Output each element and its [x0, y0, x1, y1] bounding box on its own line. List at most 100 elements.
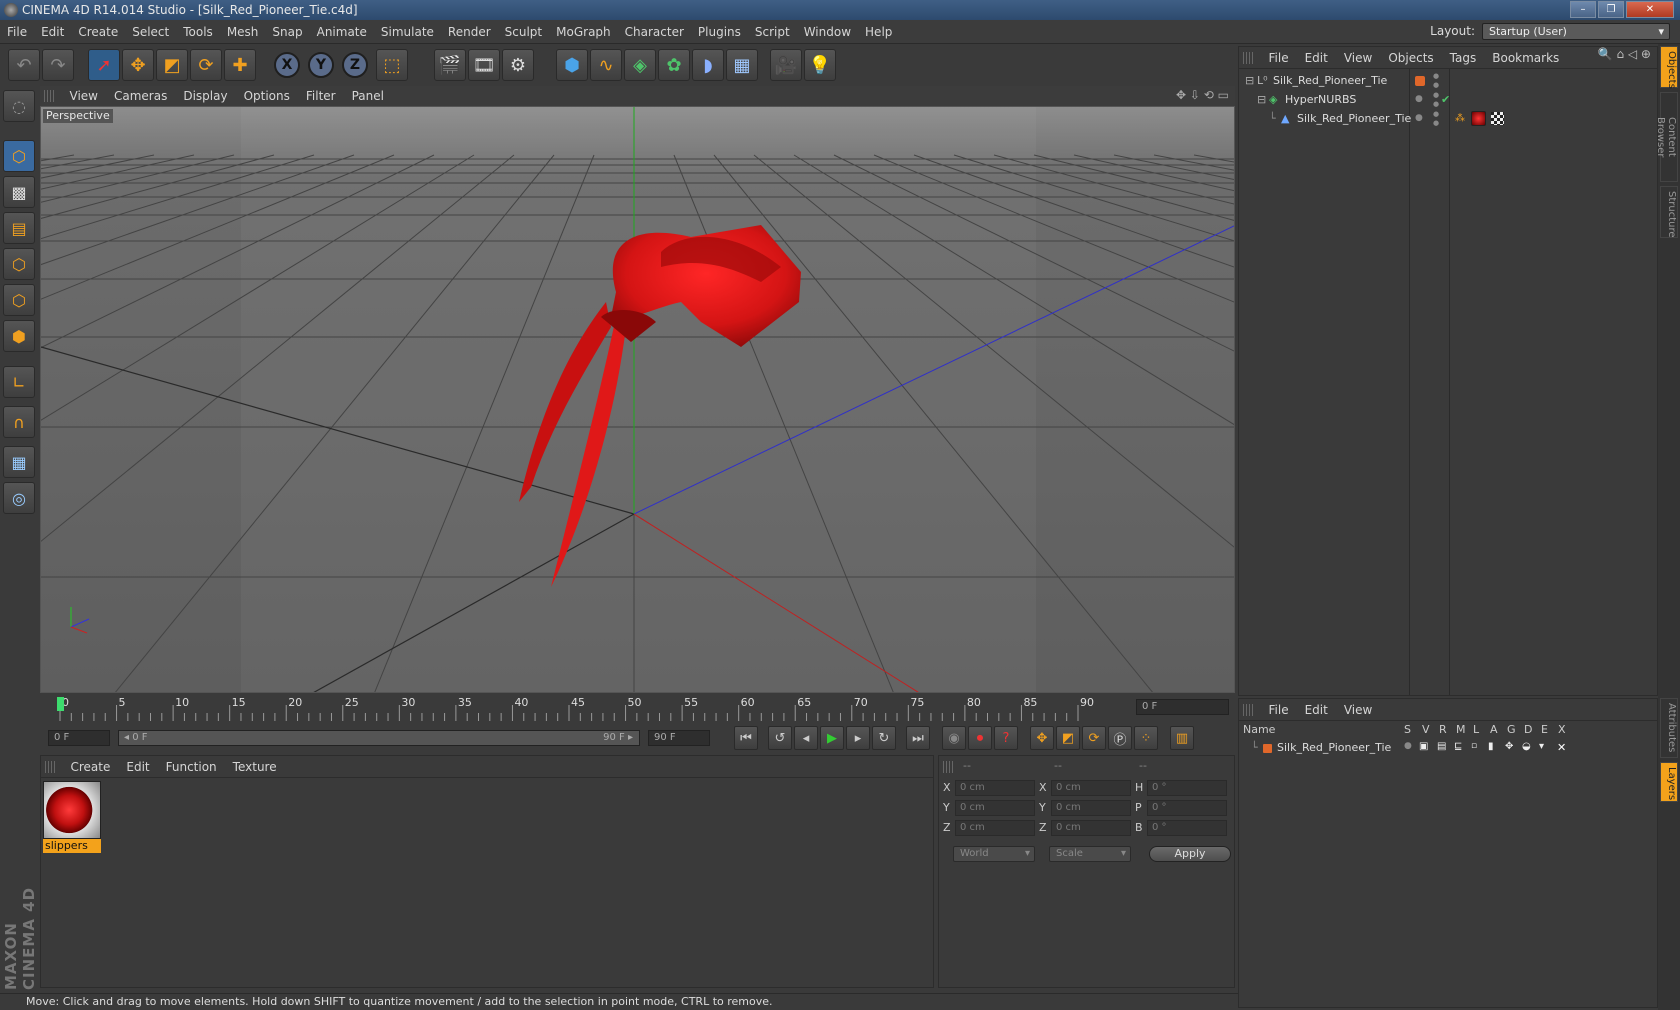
collapse-icon[interactable]: ⊟ [1245, 71, 1254, 90]
redo-icon[interactable]: ↷ [42, 49, 74, 81]
record-keys-icon[interactable]: ◉ [942, 726, 966, 750]
panel-gripper-icon[interactable] [1243, 52, 1253, 64]
timeline-window-icon[interactable]: ▥ [1170, 726, 1194, 750]
menu-file[interactable]: File [0, 20, 34, 44]
key-position-icon[interactable]: ✥ [1030, 726, 1054, 750]
add-icon[interactable]: ✚ [224, 49, 256, 81]
layer-col-solo[interactable]: S [1404, 723, 1411, 736]
position-x-field[interactable]: 0 cm [955, 780, 1035, 796]
layer-col-xref[interactable]: X [1558, 723, 1566, 736]
layer-col-manager[interactable]: M [1456, 723, 1466, 736]
objects-menu-objects[interactable]: Objects [1380, 47, 1441, 69]
previous-key-icon[interactable]: ↺ [768, 726, 792, 750]
viewport-nav-icons[interactable]: ✥ ⇩ ⟲ ▭ [1176, 88, 1229, 102]
play-icon[interactable]: ▶ [820, 726, 844, 750]
edges-mode-icon[interactable]: ⬡ [3, 284, 35, 316]
keyframe-selection-icon[interactable]: ? [994, 726, 1018, 750]
live-selection-icon[interactable]: ➚ [88, 49, 120, 81]
lock-toggle-icon[interactable]: ▫ [1471, 741, 1477, 751]
enabled-check-icon[interactable]: ✔ [1441, 90, 1450, 109]
layer-col-animation[interactable]: A [1490, 723, 1498, 736]
render-toggle-icon[interactable]: ▤ [1437, 741, 1446, 752]
phong-tag-icon[interactable]: ⁂ [1455, 109, 1465, 128]
xref-toggle-icon[interactable]: ✕ [1557, 741, 1566, 754]
object-manager-tools-icons[interactable]: 🔍 ⌂ ◁ ⊕ [1598, 47, 1651, 61]
visibility-dots-icon[interactable]: ● ● [1433, 72, 1439, 90]
key-parameter-icon[interactable]: Ⓟ [1108, 726, 1132, 750]
panel-gripper-icon[interactable] [44, 90, 54, 102]
timeline-ruler-canvas[interactable]: 0 5 10 15 20 25 30 35 40 45 50 55 60 65 70 75 80 85 90 [40, 695, 1235, 723]
position-z-field[interactable]: 0 cm [955, 820, 1035, 836]
camera-icon[interactable]: 🎥 [770, 49, 802, 81]
tab-objects[interactable]: Objects [1660, 46, 1678, 89]
close-button[interactable]: ✕ [1626, 1, 1674, 18]
viewport-menu-panel[interactable]: Panel [344, 86, 392, 106]
layers-menu-file[interactable]: File [1261, 699, 1297, 721]
view-toggle-icon[interactable]: ▣ [1419, 741, 1428, 752]
cube-icon[interactable]: ⬢ [556, 49, 588, 81]
tab-structure[interactable]: Structure [1660, 186, 1678, 238]
layer-col-deformers[interactable]: D [1524, 723, 1532, 736]
nurbs-icon[interactable]: ◈ [624, 49, 656, 81]
layers-menu-edit[interactable]: Edit [1297, 699, 1336, 721]
deformers-toggle-icon[interactable]: ◒ [1522, 741, 1531, 752]
menu-edit[interactable]: Edit [34, 20, 71, 44]
layer-col-name[interactable]: Name [1243, 723, 1275, 736]
panel-gripper-icon[interactable] [943, 761, 953, 773]
go-to-end-icon[interactable]: ⏭ [906, 726, 930, 750]
layer-col-generators[interactable]: G [1507, 723, 1516, 736]
move-icon[interactable]: ✥ [122, 49, 154, 81]
axis-mode-icon[interactable]: ∟ [3, 366, 35, 398]
deformer-icon[interactable]: ◗ [692, 49, 724, 81]
rotation-h-field[interactable]: 0 ° [1147, 780, 1227, 796]
x-axis-icon[interactable]: X [274, 52, 300, 78]
next-frame-icon[interactable]: ▸ [846, 726, 870, 750]
panel-gripper-icon[interactable] [1243, 704, 1253, 716]
menu-animate[interactable]: Animate [310, 20, 374, 44]
snap-icon[interactable]: ◎ [3, 482, 35, 514]
key-pla-icon[interactable]: ⁘ [1134, 726, 1158, 750]
position-y-field[interactable]: 0 cm [955, 800, 1035, 816]
array-icon[interactable]: ✿ [658, 49, 690, 81]
size-y-field[interactable]: 0 cm [1051, 800, 1131, 816]
layer-col-locked[interactable]: L [1473, 723, 1479, 736]
spline-icon[interactable]: ∿ [590, 49, 622, 81]
size-x-field[interactable]: 0 cm [1051, 780, 1131, 796]
key-scale-icon[interactable]: ◩ [1056, 726, 1080, 750]
menu-snap[interactable]: Snap [265, 20, 309, 44]
go-to-start-icon[interactable]: ⏮ [734, 726, 758, 750]
next-key-icon[interactable]: ↻ [872, 726, 896, 750]
coord-system-select[interactable]: World ▾ [953, 846, 1035, 862]
material-menu-function[interactable]: Function [158, 756, 225, 778]
timeline-ruler[interactable]: 0 5 10 15 20 25 30 35 40 45 50 55 60 65 70 75 80 85 90 0 F [40, 695, 1235, 723]
editor-visibility-dot[interactable]: ● [1415, 109, 1423, 128]
render-view-icon[interactable]: 🎬 [434, 49, 466, 81]
workplane-lock-icon[interactable]: ▦ [3, 446, 35, 478]
maximize-button[interactable]: ❐ [1598, 1, 1624, 18]
points-mode-icon[interactable]: ⬡ [3, 248, 35, 280]
object-row[interactable]: ⊟ L⁰ Silk_Red_Pioneer_Tie ● ● [1239, 71, 1657, 90]
generators-toggle-icon[interactable]: ✥ [1505, 741, 1513, 752]
workplane-icon[interactable]: ▤ [3, 212, 35, 244]
menu-script[interactable]: Script [748, 20, 797, 44]
layer-row[interactable]: └ Silk_Red_Pioneer_Tie ● ▣ ▤ ⊑ ▫ ▮ ✥ ◒ ▾… [1243, 741, 1655, 757]
menu-render[interactable]: Render [441, 20, 498, 44]
menu-plugins[interactable]: Plugins [691, 20, 748, 44]
render-settings-icon[interactable]: ⚙ [502, 49, 534, 81]
rotation-b-field[interactable]: 0 ° [1147, 820, 1227, 836]
menu-sculpt[interactable]: Sculpt [498, 20, 549, 44]
previous-frame-icon[interactable]: ◂ [794, 726, 818, 750]
panel-gripper-icon[interactable] [45, 761, 55, 773]
menu-tools[interactable]: Tools [176, 20, 220, 44]
manager-toggle-icon[interactable]: ⊑ [1454, 741, 1462, 752]
material-thumbnail[interactable] [43, 781, 101, 839]
menu-character[interactable]: Character [618, 20, 691, 44]
layer-col-view[interactable]: V [1422, 723, 1430, 736]
menu-mograph[interactable]: MoGraph [549, 20, 618, 44]
rotation-p-field[interactable]: 0 ° [1147, 800, 1227, 816]
current-frame-field[interactable]: 0 F [1136, 699, 1229, 715]
object-row[interactable]: └ ▲ Silk_Red_Pioneer_Tie ● ● ● ⁂ [1239, 109, 1657, 128]
menu-select[interactable]: Select [125, 20, 176, 44]
objects-menu-view[interactable]: View [1336, 47, 1380, 69]
objects-menu-edit[interactable]: Edit [1297, 47, 1336, 69]
